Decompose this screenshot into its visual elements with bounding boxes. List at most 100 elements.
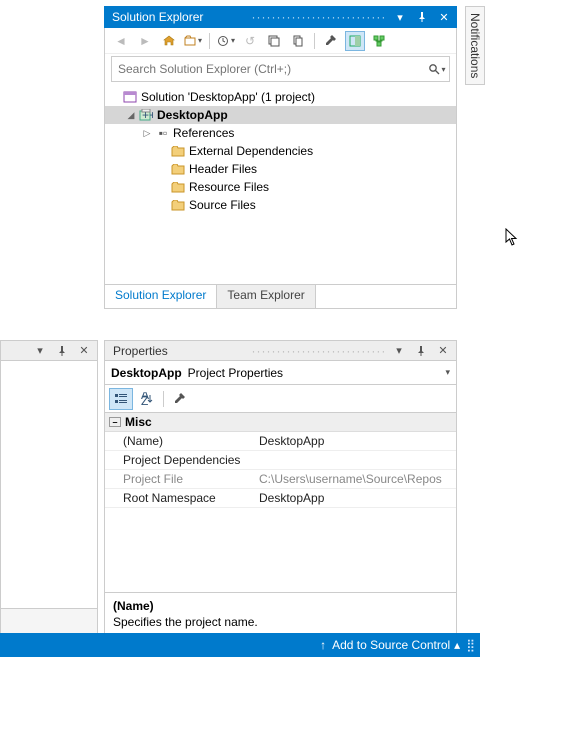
folder-icon xyxy=(171,164,187,175)
property-row-namespace[interactable]: Root Namespace DesktopApp xyxy=(105,489,456,508)
folder-icon xyxy=(171,146,187,157)
status-bar: ↑ Add to Source Control ▴ ⣿ xyxy=(0,633,480,657)
property-description-name: (Name) xyxy=(113,599,448,613)
back-icon: ◄ xyxy=(111,31,131,51)
separator xyxy=(314,33,315,49)
source-files-label: Source Files xyxy=(189,198,256,212)
window-position-icon[interactable]: ▾ xyxy=(391,8,409,26)
collapse-all-icon[interactable] xyxy=(264,31,284,51)
collapse-icon[interactable]: – xyxy=(109,417,121,427)
references-icon: ▪▫ xyxy=(155,126,171,140)
project-icon: ++ xyxy=(139,109,155,121)
prop-deps-label: Project Dependencies xyxy=(105,453,255,467)
property-category-misc[interactable]: – Misc xyxy=(105,413,456,432)
prop-ns-value[interactable]: DesktopApp xyxy=(255,491,456,505)
notifications-tab[interactable]: Notifications xyxy=(465,6,485,85)
titlebar-grip: ········································… xyxy=(252,344,387,358)
alphabetical-icon[interactable]: AZ xyxy=(135,388,159,410)
solution-explorer-bottom-tabs: Solution Explorer Team Explorer xyxy=(105,284,456,308)
solution-explorer-toolbar: ◄ ► ↺ xyxy=(105,28,456,54)
left-docked-stub: ▾ ✕ xyxy=(0,340,98,637)
tab-solution-explorer[interactable]: Solution Explorer xyxy=(105,285,217,308)
properties-object-name: DesktopApp xyxy=(111,366,182,380)
prop-ns-label: Root Namespace xyxy=(105,491,255,505)
pin-icon[interactable] xyxy=(53,342,71,360)
tab-team-explorer[interactable]: Team Explorer xyxy=(217,285,315,308)
chevron-down-icon[interactable]: ▾ xyxy=(445,367,450,378)
properties-object-selector[interactable]: DesktopApp Project Properties ▾ xyxy=(105,361,456,385)
titlebar-grip: ········································… xyxy=(252,10,388,24)
solution-node[interactable]: Solution 'DesktopApp' (1 project) xyxy=(105,88,456,106)
properties-title: Properties xyxy=(113,344,248,358)
add-to-source-control-button[interactable]: Add to Source Control ▴ xyxy=(332,638,460,652)
search-icon[interactable]: ▾ xyxy=(425,63,449,75)
resize-grip-icon[interactable]: ⣿ xyxy=(466,638,474,652)
window-position-icon[interactable]: ▾ xyxy=(390,342,408,360)
separator xyxy=(163,391,164,407)
property-row-dependencies[interactable]: Project Dependencies xyxy=(105,451,456,470)
close-icon[interactable]: ✕ xyxy=(434,342,452,360)
properties-titlebar[interactable]: Properties ·····························… xyxy=(104,340,457,361)
preview-selected-icon[interactable] xyxy=(345,31,365,51)
external-deps-node[interactable]: External Dependencies xyxy=(105,142,456,160)
properties-object-type: Project Properties xyxy=(188,366,283,380)
stub-titlebar[interactable]: ▾ ✕ xyxy=(0,340,98,361)
svg-text:++: ++ xyxy=(142,109,153,121)
close-icon[interactable]: ✕ xyxy=(435,8,453,26)
mouse-cursor xyxy=(505,228,519,246)
header-files-node[interactable]: Header Files xyxy=(105,160,456,178)
show-all-files-icon[interactable] xyxy=(288,31,308,51)
categorized-icon[interactable] xyxy=(109,388,133,410)
home-icon[interactable] xyxy=(159,31,179,51)
project-node[interactable]: ◢ ++ DesktopApp xyxy=(105,106,456,124)
category-label: Misc xyxy=(125,415,152,429)
prop-name-label: (Name) xyxy=(105,434,255,448)
property-pages-icon[interactable] xyxy=(168,388,192,410)
add-to-source-control-label: Add to Source Control xyxy=(332,638,450,652)
prop-file-label: Project File xyxy=(105,472,255,486)
pin-icon[interactable] xyxy=(412,342,430,360)
pin-icon[interactable] xyxy=(413,8,431,26)
resource-files-label: Resource Files xyxy=(189,180,269,194)
property-description-text: Specifies the project name. xyxy=(113,615,448,629)
sync-icon: ↺ xyxy=(240,31,260,51)
search-input[interactable] xyxy=(112,58,425,80)
window-position-icon[interactable]: ▾ xyxy=(31,342,49,360)
property-row-file[interactable]: Project File C:\Users\username\Source\Re… xyxy=(105,470,456,489)
solution-explorer-titlebar[interactable]: Solution Explorer ······················… xyxy=(104,6,457,28)
close-icon[interactable]: ✕ xyxy=(75,342,93,360)
solution-filter-icon[interactable] xyxy=(183,31,203,51)
pending-changes-icon[interactable] xyxy=(216,31,236,51)
references-label: References xyxy=(173,126,234,140)
chevron-up-icon: ▴ xyxy=(454,638,460,652)
property-grid[interactable]: – Misc (Name) DesktopApp Project Depende… xyxy=(105,413,456,592)
resource-files-node[interactable]: Resource Files xyxy=(105,178,456,196)
separator xyxy=(209,33,210,49)
stub-body xyxy=(0,361,98,609)
properties-icon[interactable] xyxy=(321,31,341,51)
properties-toolbar: AZ xyxy=(105,385,456,413)
source-files-node[interactable]: Source Files xyxy=(105,196,456,214)
solution-tree[interactable]: Solution 'DesktopApp' (1 project) ◢ ++ D… xyxy=(105,86,456,284)
svg-text:Z: Z xyxy=(141,394,148,406)
expand-arrow-icon[interactable]: ▷ xyxy=(141,128,153,139)
publish-icon[interactable]: ↑ xyxy=(320,638,326,652)
solution-explorer-title: Solution Explorer xyxy=(112,10,248,24)
solution-icon xyxy=(123,91,139,103)
prop-name-value[interactable]: DesktopApp xyxy=(255,434,456,448)
view-class-diagram-icon[interactable] xyxy=(369,31,389,51)
solution-label: Solution 'DesktopApp' (1 project) xyxy=(141,90,315,104)
header-files-label: Header Files xyxy=(189,162,257,176)
properties-panel: DesktopApp Project Properties ▾ AZ – Mis… xyxy=(104,361,457,641)
folder-icon xyxy=(171,182,187,193)
folder-icon xyxy=(171,200,187,211)
references-node[interactable]: ▷ ▪▫ References xyxy=(105,124,456,142)
solution-search[interactable]: ▾ xyxy=(111,56,450,82)
solution-explorer-panel: ◄ ► ↺ ▾ Solution 'DesktopApp' (1 project… xyxy=(104,28,457,309)
property-row-name[interactable]: (Name) DesktopApp xyxy=(105,432,456,451)
expand-arrow-icon[interactable]: ◢ xyxy=(125,110,137,121)
prop-file-value: C:\Users\username\Source\Repos xyxy=(255,472,456,486)
project-label: DesktopApp xyxy=(157,108,228,122)
forward-icon: ► xyxy=(135,31,155,51)
ext-deps-label: External Dependencies xyxy=(189,144,313,158)
